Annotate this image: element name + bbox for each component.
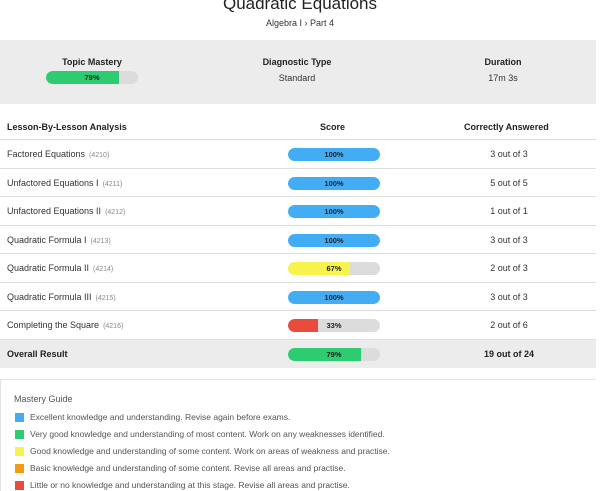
correct-answered-value: 3 out of 3 — [490, 149, 528, 159]
table-row: Quadratic Formula II (4214) 67% 2 out of 3 — [0, 254, 596, 283]
score-bar: 100% — [288, 233, 380, 247]
topic-mastery-label: Topic Mastery — [62, 57, 122, 67]
overall-result-row: Overall Result 79% 19 out of 24 — [0, 339, 596, 368]
lesson-title: Unfactored Equations I — [7, 177, 99, 188]
color-swatch-icon — [15, 481, 24, 490]
score-value: 100% — [324, 207, 344, 216]
mastery-guide-text: Little or no knowledge and understanding… — [30, 480, 350, 490]
score-bar: 100% — [288, 290, 380, 304]
duration-value: 17m 3s — [488, 73, 518, 83]
lesson-analysis-table: Lesson-By-Lesson Analysis Score Correctl… — [0, 115, 596, 368]
color-swatch-icon — [15, 430, 24, 439]
lesson-name: Unfactored Equations II (4212) — [7, 206, 125, 216]
mastery-guide-text: Good knowledge and understanding of some… — [30, 446, 390, 456]
mastery-guide: Mastery Guide Excellent knowledge and un… — [0, 379, 596, 491]
overall-score-value: 79% — [326, 349, 342, 359]
lesson-name: Quadratic Formula II (4214) — [7, 263, 113, 273]
score-bar: 100% — [288, 205, 380, 218]
diagnostic-type-value: Standard — [278, 73, 316, 83]
score-bar: 33% — [288, 319, 380, 332]
correct-answered-value: 2 out of 6 — [490, 320, 528, 330]
topic-mastery-bar: 79% — [46, 71, 138, 84]
lesson-code: (4211) — [102, 180, 123, 188]
score-value: 100% — [324, 235, 344, 245]
duration-label: Duration — [484, 57, 522, 67]
table-row: Factored Equations (4210) 100% 3 out of 3 — [0, 140, 596, 169]
color-swatch-icon — [15, 413, 24, 422]
mastery-guide-text: Basic knowledge and understanding of som… — [30, 463, 346, 473]
table-row: Completing the Square (4216) 33% 2 out of 6 — [0, 311, 596, 340]
lesson-name: Quadratic Formula III (4215) — [7, 292, 116, 302]
score-bar: 67% — [288, 262, 380, 275]
diagnostic-type-label: Diagnostic Type — [262, 57, 332, 67]
lesson-code: (4216) — [103, 323, 124, 330]
overall-result-label: Overall Result — [7, 348, 68, 359]
correct-answered-value: 2 out of 3 — [490, 263, 528, 273]
lesson-code: (4210) — [89, 152, 110, 159]
score-bar: 100% — [288, 176, 380, 190]
score-column-header: Score — [320, 122, 346, 132]
correct-answered-value: 3 out of 3 — [490, 234, 528, 245]
duration: Duration 17m 3s — [403, 56, 600, 84]
mastery-guide-title: Mastery Guide — [14, 394, 73, 404]
lesson-title: Unfactored Equations II — [7, 206, 102, 216]
table-header: Lesson-By-Lesson Analysis Score Correctl… — [0, 115, 596, 140]
correct-column-header: Correctly Answered — [464, 122, 549, 132]
lesson-title: Quadratic Formula III — [7, 291, 92, 302]
breadcrumb: Algebra I › Part 4 — [265, 18, 335, 28]
score-value: 100% — [324, 178, 344, 188]
correct-answered-value: 3 out of 3 — [490, 291, 528, 302]
lesson-title: Quadratic Formula I — [7, 234, 87, 245]
topic-mastery-value: 79% — [84, 73, 100, 82]
score-value: 67% — [326, 264, 342, 273]
lesson-title: Completing the Square — [7, 320, 100, 330]
table-row: Quadratic Formula I (4213) 100% 3 out of 3 — [0, 226, 596, 254]
lesson-name: Unfactored Equations I (4211) — [7, 178, 122, 188]
correct-answered-value: 5 out of 5 — [490, 177, 528, 188]
lesson-name: Factored Equations (4210) — [7, 149, 109, 159]
diagnostic-type: Diagnostic Type Standard — [197, 56, 397, 84]
lesson-title: Quadratic Formula II — [7, 263, 90, 273]
lesson-name: Quadratic Formula I (4213) — [7, 235, 111, 245]
lesson-code: (4212) — [105, 209, 126, 216]
correct-answered-value: 1 out of 1 — [490, 206, 528, 216]
page-title: Quadratic Equations — [222, 0, 378, 13]
score-bar: 100% — [288, 148, 380, 161]
mastery-guide-text: Excellent knowledge and understanding. R… — [30, 412, 291, 422]
lesson-title: Factored Equations — [7, 149, 86, 159]
color-swatch-icon — [15, 447, 24, 456]
table-row: Quadratic Formula III (4215) 100% 3 out of … — [0, 283, 596, 311]
score-value: 100% — [324, 150, 344, 159]
table-row: Unfactored Equations I (4211) 100% 5 out of… — [0, 169, 596, 197]
lesson-code: (4214) — [93, 266, 114, 273]
score-value: 33% — [326, 321, 342, 330]
mastery-guide-text: Very good knowledge and understanding of… — [30, 429, 385, 439]
lesson-code: (4213) — [90, 237, 111, 245]
color-swatch-icon — [15, 464, 24, 473]
lesson-code: (4215) — [95, 294, 116, 302]
lesson-name: Completing the Square (4216) — [7, 320, 123, 330]
table-row: Unfactored Equations II (4212) 100% 1 out o… — [0, 197, 596, 226]
lesson-column-header: Lesson-By-Lesson Analysis — [7, 122, 127, 132]
page-header: Quadratic Equations Algebra I › Part 4 — [0, 0, 600, 40]
score-value: 100% — [324, 292, 344, 302]
overall-correct-value: 19 out of 24 — [483, 348, 534, 359]
overall-score-bar: 79% — [288, 347, 380, 361]
topic-mastery: Topic Mastery — [0, 56, 192, 68]
